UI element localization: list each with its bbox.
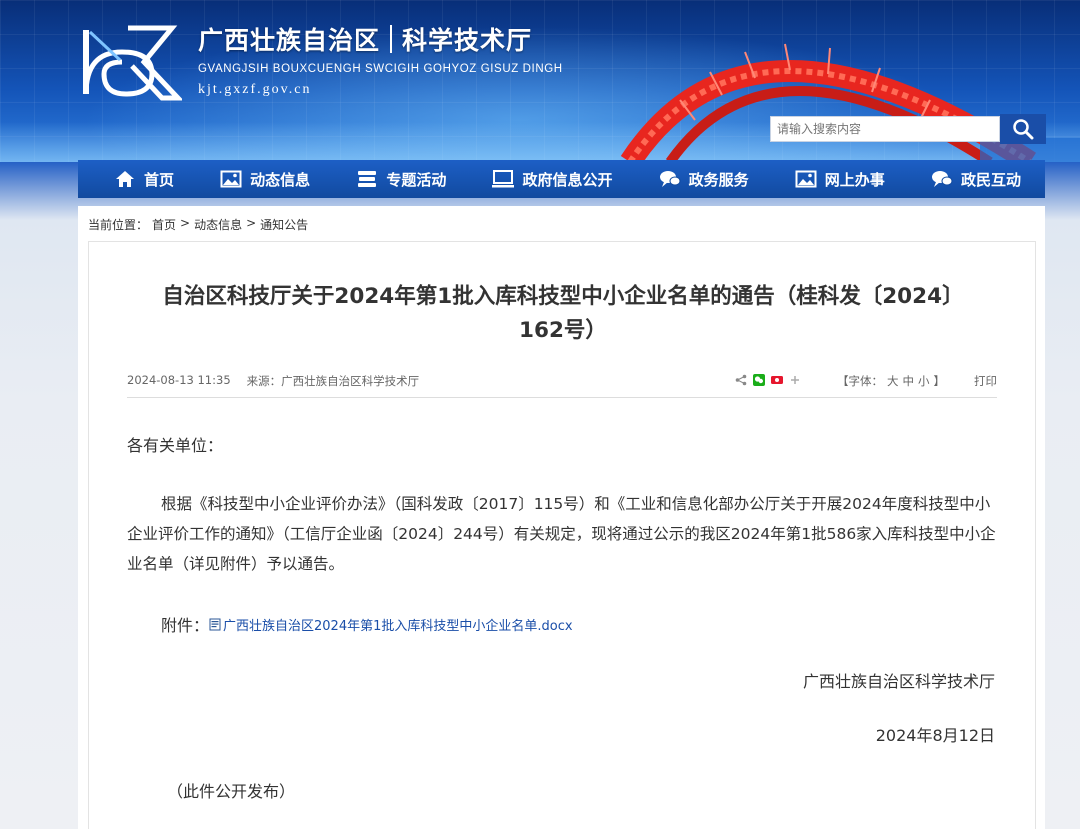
nav-item-label: 动态信息 [250, 170, 311, 189]
breadcrumb-notices[interactable]: 通知公告 [260, 216, 308, 233]
publish-date: 2024-08-13 11:35 [127, 373, 231, 387]
article-title-line: 162号） [519, 318, 607, 343]
site-title-romanized: GVANGJSIH BOUXCUENGH SWCIGIH GOHYOZ GISU… [198, 63, 563, 75]
nav-item-label: 网上办事 [824, 170, 885, 189]
search-button[interactable] [1000, 114, 1046, 144]
attachment-row: 附件： 广西壮族自治区2024年第1批入库科技型中小企业名单.docx [161, 612, 573, 636]
nav-item-label: 政务服务 [688, 170, 749, 189]
nav-item-services[interactable]: 政务服务 [659, 169, 749, 190]
nav-item-interaction[interactable]: 政民互动 [931, 169, 1021, 190]
breadcrumb: 当前位置： 首页 > 动态信息 > 通知公告 [88, 216, 308, 233]
share-icon[interactable] [735, 374, 747, 386]
article-title-line: 自治区科技厅关于2024年第1批入库科技型中小企业名单的通告（桂科发〔2024〕 [162, 284, 964, 309]
picture-icon [795, 170, 817, 188]
attachment-label: 附件： [161, 616, 210, 635]
publication-note: （此件公开发布） [167, 782, 296, 801]
stack-icon [358, 171, 377, 187]
nav-item-news[interactable]: 动态信息 [220, 169, 310, 190]
nav-item-label: 首页 [144, 170, 175, 189]
article-title: 自治区科技厅关于2024年第1批入库科技型中小企业名单的通告（桂科发〔2024〕… [119, 280, 1007, 348]
chat-bubbles-icon [931, 171, 953, 187]
header-banner: 广西壮族自治区 科学技术厅 GVANGJSIH BOUXCUENGH SWCIG… [0, 0, 1080, 162]
issuing-authority: 广西壮族自治区科学技术厅 [802, 672, 995, 691]
dept-name: 科学技术厅 [402, 26, 533, 55]
picture-icon [220, 170, 242, 188]
title-divider [390, 25, 393, 53]
nav-item-home[interactable]: 首页 [114, 169, 174, 190]
chat-bubbles-icon [659, 171, 681, 187]
breadcrumb-prefix: 当前位置： [88, 218, 149, 232]
main-nav: 首页 动态信息 专题活动 政府信息公开 政务服务 网上办事 政民互动 [78, 160, 1045, 198]
breadcrumb-news[interactable]: 动态信息 [194, 216, 242, 233]
article-source: 来源：广西壮族自治区科学技术厅 [246, 374, 420, 388]
print-button[interactable]: 打印 [974, 373, 997, 389]
attachment-link[interactable]: 广西壮族自治区2024年第1批入库科技型中小企业名单.docx [209, 615, 573, 634]
breadcrumb-separator: > [246, 216, 257, 230]
font-size-small[interactable]: 小 [918, 373, 930, 389]
font-size-medium[interactable]: 中 [903, 373, 915, 389]
logo-icon [83, 25, 182, 101]
more-share-icon[interactable] [789, 374, 801, 386]
attachment-filename: 广西壮族自治区2024年第1批入库科技型中小企业名单.docx [223, 618, 573, 634]
monitor-icon [492, 170, 515, 188]
nav-item-topics[interactable]: 专题活动 [356, 169, 446, 190]
nav-item-label: 政民互动 [960, 170, 1021, 189]
font-size-suffix: 】 [933, 374, 946, 388]
article-salutation: 各有关单位： [127, 436, 224, 455]
site-title: 广西壮族自治区 科学技术厅 [198, 22, 532, 56]
article-card: 自治区科技厅关于2024年第1批入库科技型中小企业名单的通告（桂科发〔2024〕… [88, 241, 1036, 829]
font-size-control: 【字体： 大 中 小 】 [837, 373, 945, 389]
search-icon [1013, 119, 1034, 140]
issue-date: 2024年8月12日 [875, 726, 995, 745]
home-icon [116, 171, 134, 187]
wechat-icon[interactable] [753, 374, 765, 386]
share-bar [735, 374, 801, 386]
document-icon [209, 618, 221, 630]
breadcrumb-separator: > [180, 216, 191, 230]
meta-divider [127, 397, 997, 398]
font-size-prefix: 【字体： [837, 374, 883, 388]
nav-item-online[interactable]: 网上办事 [795, 169, 885, 190]
content-area: 当前位置： 首页 > 动态信息 > 通知公告 自治区科技厅关于2024年第1批入… [78, 206, 1045, 829]
nav-item-label: 政府信息公开 [522, 170, 613, 189]
nav-item-gov-info[interactable]: 政府信息公开 [492, 169, 612, 190]
breadcrumb-home[interactable]: 首页 [152, 216, 176, 233]
article-paragraph: 根据《科技型中小企业评价办法》（国科发政〔2017〕115号）和《工业和信息化部… [127, 495, 996, 573]
site-domain: kjt.gxzf.gov.cn [198, 82, 312, 97]
article-meta: 2024-08-13 11:35 来源：广西壮族自治区科学技术厅 【字体： 大 … [127, 373, 997, 393]
search-input[interactable] [770, 116, 1000, 142]
nav-item-label: 专题活动 [386, 170, 447, 189]
weibo-icon[interactable] [771, 374, 783, 386]
font-size-large[interactable]: 大 [887, 373, 899, 389]
org-name: 广西壮族自治区 [198, 26, 381, 55]
